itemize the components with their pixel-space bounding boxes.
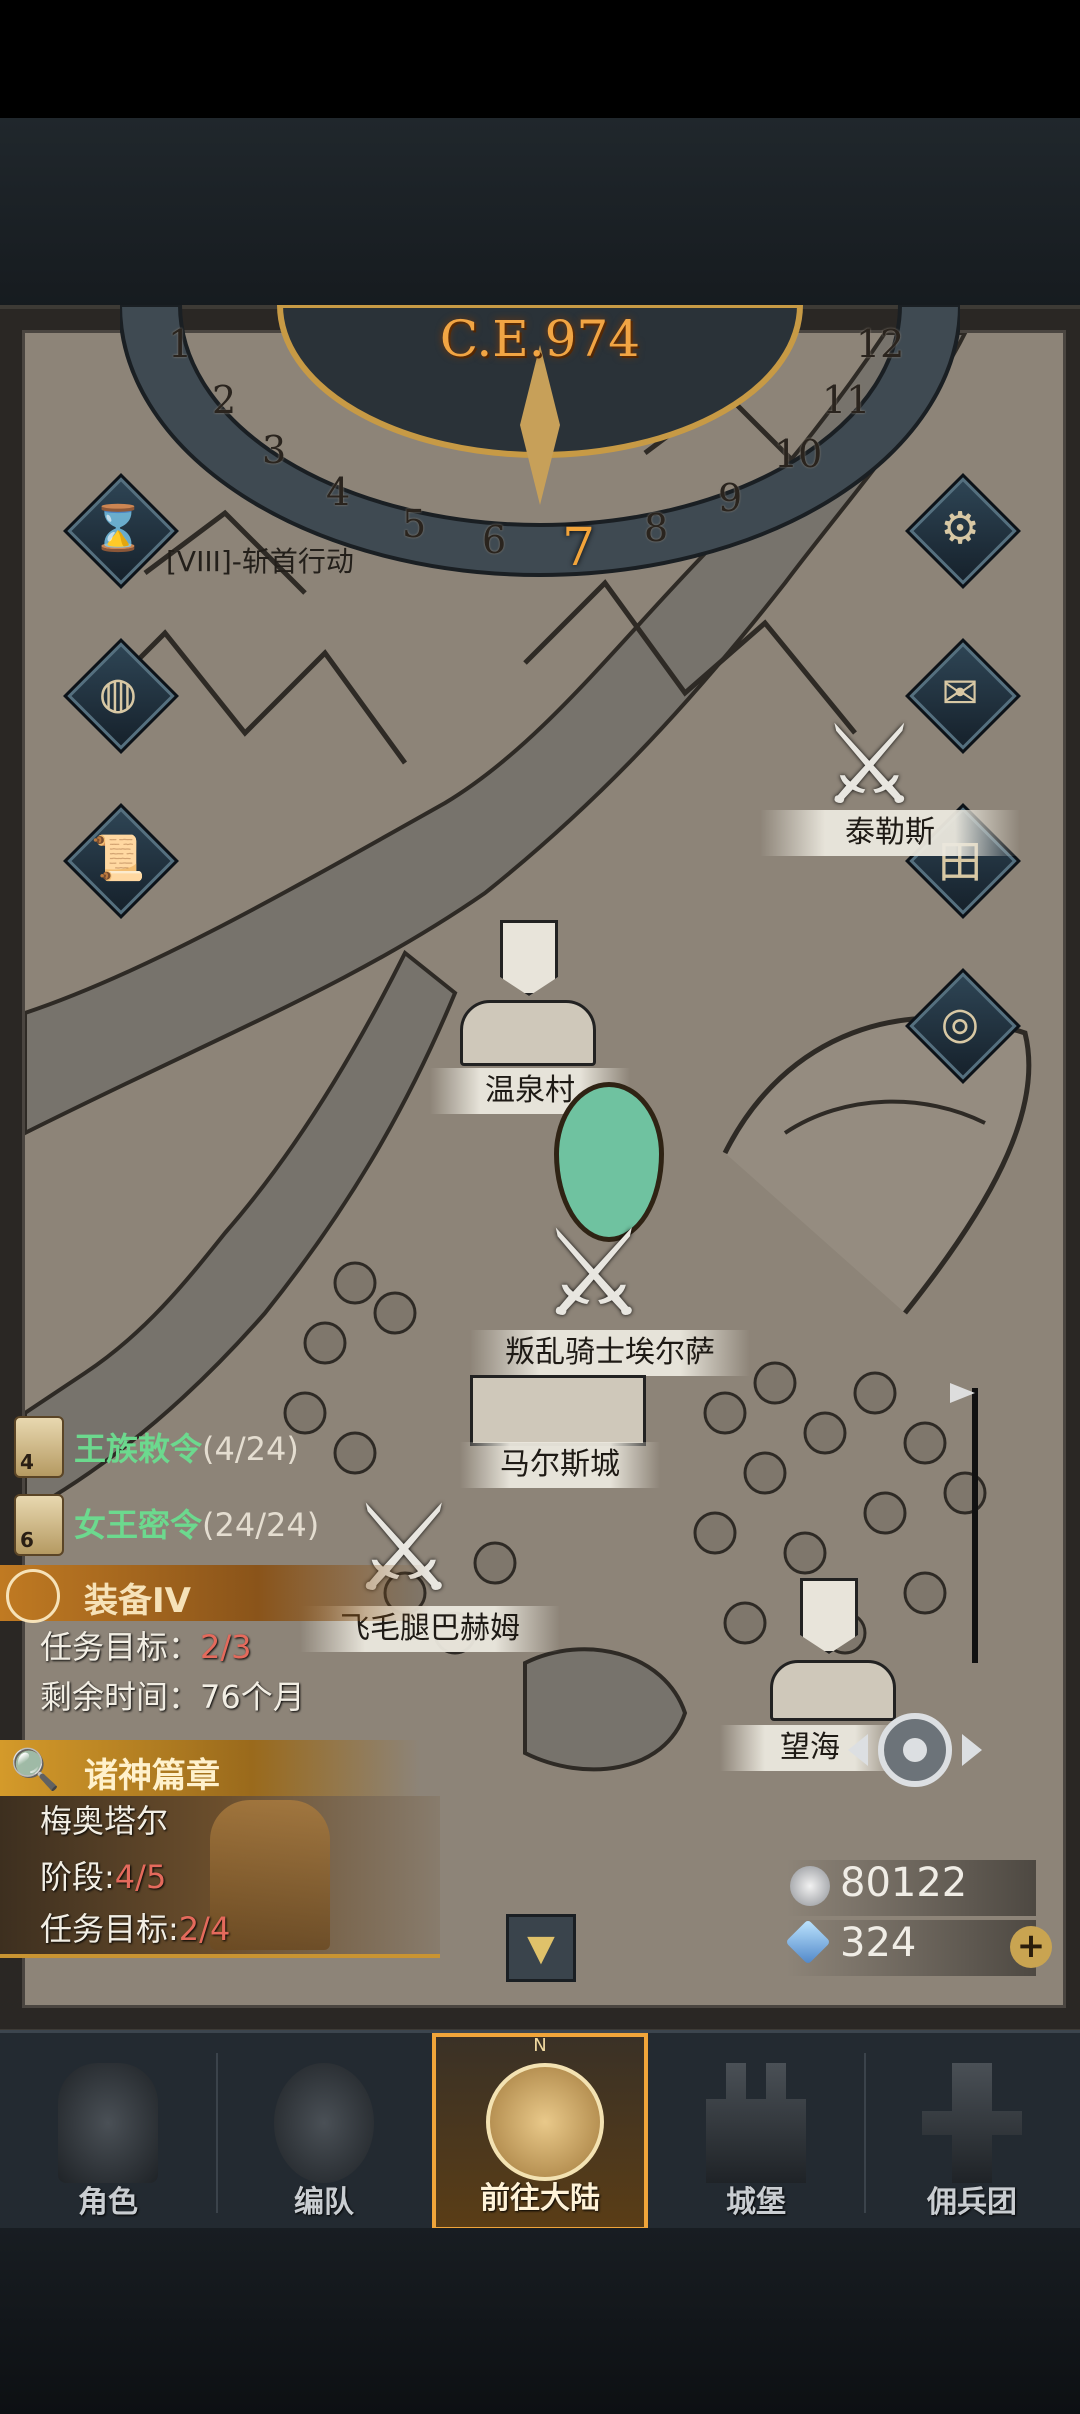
month-4[interactable]: 4 [326, 470, 350, 514]
gods-target: 任务目标:2/4 [40, 1904, 230, 1950]
chevron-down-icon: ▼ [527, 1927, 555, 1969]
castle-icon [706, 2063, 806, 2183]
hourglass-button[interactable]: ⌛ [63, 473, 179, 589]
edict-count: (4/24) [202, 1430, 299, 1468]
nav-label: 角色 [78, 2185, 138, 2220]
month-12[interactable]: 12 [856, 322, 904, 366]
month-9[interactable]: 9 [718, 476, 742, 520]
month-11[interactable]: 11 [822, 378, 870, 422]
compass-north-label: N [533, 2035, 547, 2056]
edict-count: (24/24) [202, 1506, 320, 1544]
month-6[interactable]: 6 [482, 518, 506, 562]
gods-stage-value: 4/5 [114, 1858, 167, 1896]
coin-button[interactable]: ◎ [905, 968, 1021, 1084]
status-bar [0, 0, 1080, 118]
gear-icon: ⚙ [940, 502, 980, 554]
nav-castle[interactable]: 城堡 [648, 2033, 864, 2231]
compass-icon [486, 2063, 604, 2181]
month-3[interactable]: 3 [262, 428, 286, 472]
bottom-nav: 角色 编队 N 前往大陆 城堡 佣兵团 [0, 2030, 1080, 2231]
nav-label: 城堡 [726, 2185, 786, 2220]
gods-chapter-title: 诸神篇章 [84, 1756, 220, 1796]
money-bag-icon: ◍ [98, 667, 138, 719]
month-2[interactable]: 2 [212, 378, 236, 422]
month-8[interactable]: 8 [644, 506, 668, 550]
nav-character[interactable]: 角色 [0, 2033, 216, 2231]
edict-badge: 6 [20, 1528, 34, 1552]
bottom-band [0, 2228, 1080, 2414]
add-crystal-button[interactable]: + [1010, 1926, 1052, 1968]
hourglass-icon: ⌛ [90, 503, 146, 554]
recenter-button[interactable] [840, 1700, 990, 1800]
magnifier-icon: 🔍 [10, 1747, 60, 1793]
scroll-icon: 📜 [90, 833, 146, 884]
month-7-current[interactable]: 7 [562, 518, 595, 578]
edict-royal[interactable]: 王族敕令(4/24) [74, 1424, 299, 1470]
month-5[interactable]: 5 [402, 502, 426, 546]
equip-target: 任务目标：2/3 [40, 1622, 252, 1668]
gods-stage: 阶段:4/5 [40, 1852, 166, 1898]
castle-icon [470, 1375, 646, 1446]
edict-name: 女王密令 [74, 1506, 203, 1544]
year-label: C.E.974 [439, 310, 641, 368]
top-band [0, 118, 1080, 308]
edict-name: 王族敕令 [74, 1430, 203, 1468]
collapse-button[interactable]: ▼ [506, 1914, 576, 1982]
crossed-swords-icon[interactable]: ⚔ [820, 710, 919, 820]
silver-amount: 80122 [840, 1860, 968, 1906]
scroll-button[interactable]: 📜 [63, 803, 179, 919]
plus-icon: + [1016, 1926, 1046, 1966]
queen-edict-scroll-icon: 6 [14, 1494, 64, 1556]
knight-icon [58, 2063, 158, 2183]
edict-badge: 4 [20, 1450, 34, 1474]
equip-time: 剩余时间：76个月 [40, 1672, 305, 1718]
edict-queen[interactable]: 女王密令(24/24) [74, 1500, 319, 1546]
gods-chapter-header[interactable]: 🔍 诸神篇章 [0, 1740, 420, 1796]
bag-button[interactable]: ◍ [63, 638, 179, 754]
month-1[interactable]: 1 [168, 322, 192, 366]
coin-icon: ◎ [940, 997, 980, 1049]
location-maers[interactable]: 马尔斯城 [460, 1442, 660, 1488]
royal-edict-scroll-icon: 4 [14, 1416, 64, 1478]
nav-label: 佣兵团 [927, 2185, 1017, 2220]
target-icon [848, 1713, 982, 1787]
equip-time-label: 剩余时间： [40, 1678, 201, 1716]
settings-button[interactable]: ⚙ [905, 473, 1021, 589]
location-taile[interactable]: 泰勒斯 [760, 810, 1020, 856]
equip-target-label: 任务目标： [40, 1628, 201, 1666]
village-icon [460, 1000, 596, 1066]
equipment-quest-title: 装备IV [84, 1581, 191, 1621]
gods-hero-name: 梅奥塔尔 [40, 1802, 169, 1840]
location-rebel-knight[interactable]: 叛乱骑士埃尔萨 [470, 1330, 750, 1376]
nav-label: 编队 [294, 2185, 354, 2220]
equipment-quest-header[interactable]: 装备IV [0, 1565, 430, 1623]
nav-label: 前往大陆 [480, 2181, 600, 2216]
gods-target-label: 任务目标: [40, 1910, 179, 1948]
envelope-icon: ✉ [941, 667, 979, 719]
gods-stage-label: 阶段: [40, 1858, 115, 1896]
month-10[interactable]: 10 [774, 432, 822, 476]
equip-time-value: 76个月 [200, 1678, 305, 1716]
quest-compass-icon [6, 1569, 60, 1623]
mercenary-icon [922, 2063, 1022, 2183]
equip-target-value: 2/3 [200, 1628, 252, 1666]
gods-target-value: 2/4 [178, 1910, 231, 1948]
battle-swords-icon[interactable]: ⚔ [540, 1215, 648, 1335]
nav-formation[interactable]: 编队 [216, 2033, 432, 2231]
silver-coin-icon [790, 1866, 830, 1906]
nav-mercenary[interactable]: 佣兵团 [864, 2033, 1080, 2231]
mail-button[interactable]: ✉ [905, 638, 1021, 754]
helmet-icon [274, 2063, 374, 2183]
crystal-amount: 324 [840, 1920, 917, 1966]
nav-continent[interactable]: N 前往大陆 [432, 2033, 648, 2231]
current-quest-label[interactable]: [VIII]-斩首行动 [166, 540, 354, 580]
